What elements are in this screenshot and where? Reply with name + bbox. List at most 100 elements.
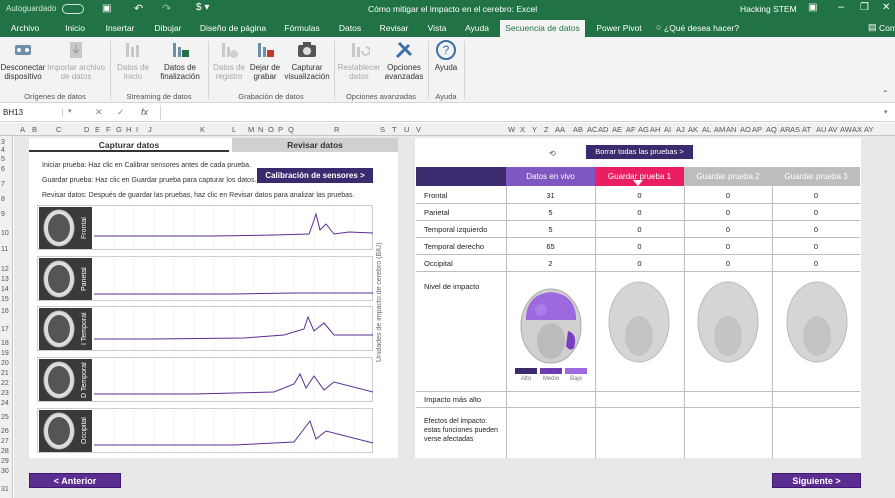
column-header[interactable]: X <box>520 125 525 134</box>
stop-recording-button[interactable]: Dejar de grabar <box>248 39 282 81</box>
expand-formula-icon[interactable]: ▾ <box>884 108 888 116</box>
share-icon[interactable]: ▤ <box>868 22 877 33</box>
column-header[interactable]: AL <box>702 125 711 134</box>
stop-data-button[interactable]: Datos de finalización <box>156 39 204 81</box>
column-header[interactable]: AW <box>840 125 852 134</box>
row-header[interactable]: 19 <box>1 350 9 357</box>
column-header[interactable]: AE <box>612 125 622 134</box>
user-name[interactable]: Hacking STEM <box>740 4 797 14</box>
column-header[interactable]: D <box>84 125 89 134</box>
row-header[interactable]: 31 <box>1 486 9 493</box>
row-header[interactable]: 20 <box>1 360 9 367</box>
row-header[interactable]: 24 <box>1 400 9 407</box>
row-header[interactable]: 27 <box>1 438 9 445</box>
tab-inicio[interactable]: Inicio <box>58 20 92 37</box>
name-box-dropdown-icon[interactable]: ▾ <box>68 107 72 115</box>
row-header[interactable]: 7 <box>1 181 5 188</box>
column-header[interactable]: AT <box>802 125 811 134</box>
undo-icon[interactable]: ↶ <box>134 2 143 15</box>
column-header[interactable]: S <box>380 125 385 134</box>
column-header[interactable]: R <box>334 125 339 134</box>
column-header[interactable]: Y <box>532 125 537 134</box>
row-header[interactable]: 3 <box>1 139 5 146</box>
column-header[interactable]: AQ <box>766 125 777 134</box>
column-header[interactable]: A <box>20 125 25 134</box>
row-header[interactable]: 23 <box>1 390 9 397</box>
tab-ayuda[interactable]: Ayuda <box>460 20 494 37</box>
row-header[interactable]: 11 <box>1 246 8 253</box>
autosave-toggle[interactable] <box>62 4 84 14</box>
column-header[interactable]: AJ <box>676 125 685 134</box>
row-header[interactable]: 18 <box>1 340 9 347</box>
row-header[interactable]: 9 <box>1 211 5 218</box>
capture-visualization-button[interactable]: Capturar visualización <box>283 39 331 81</box>
redo-icon[interactable]: ↷ <box>162 2 171 15</box>
column-header[interactable]: AU <box>816 125 826 134</box>
column-header[interactable]: M <box>248 125 254 134</box>
column-header[interactable]: V <box>416 125 421 134</box>
column-header[interactable]: U <box>404 125 409 134</box>
column-header[interactable]: AD <box>598 125 608 134</box>
row-header[interactable]: 16 <box>1 308 9 315</box>
row-header[interactable]: 5 <box>1 156 5 163</box>
tell-me-search[interactable]: ¿Qué desea hacer? <box>664 20 740 37</box>
minimize-icon[interactable]: – <box>838 1 844 13</box>
column-header[interactable]: AK <box>688 125 698 134</box>
column-header[interactable]: AH <box>650 125 660 134</box>
restore-icon[interactable]: ❐ <box>860 2 869 13</box>
column-header[interactable]: L <box>232 125 236 134</box>
tab-power-pivot[interactable]: Power Pivot <box>592 20 646 37</box>
column-header[interactable]: H <box>126 125 131 134</box>
tab-datos[interactable]: Datos <box>334 20 366 37</box>
column-header[interactable]: K <box>200 125 205 134</box>
row-header[interactable]: 22 <box>1 380 9 387</box>
column-header[interactable]: AR <box>780 125 790 134</box>
collapse-ribbon-icon[interactable]: ⌃ <box>882 89 889 98</box>
row-header[interactable]: 25 <box>1 414 9 421</box>
column-header[interactable]: AY <box>864 125 873 134</box>
row-header[interactable]: 17 <box>1 326 9 333</box>
row-header[interactable]: 26 <box>1 428 9 435</box>
next-button[interactable]: Siguiente > <box>772 473 861 488</box>
column-header[interactable]: T <box>392 125 397 134</box>
row-header[interactable]: 10 <box>1 230 9 237</box>
column-header[interactable]: G <box>116 125 122 134</box>
header-save-test-3[interactable]: Guardar prueba 3 <box>772 167 860 186</box>
row-header[interactable]: 29 <box>1 458 9 465</box>
column-header[interactable]: Q <box>288 125 294 134</box>
column-header[interactable]: AM <box>714 125 725 134</box>
column-header[interactable]: AV <box>828 125 837 134</box>
calibrate-sensors-button[interactable]: Calibración de sensores > <box>257 168 373 183</box>
column-header[interactable]: AX <box>852 125 862 134</box>
column-header[interactable]: Z <box>544 125 549 134</box>
ribbon-display-icon[interactable]: ▣ <box>808 2 817 13</box>
refresh-icon[interactable]: ⟲ <box>549 149 556 158</box>
name-box[interactable]: BH13 <box>3 108 63 117</box>
column-header[interactable]: E <box>95 125 100 134</box>
row-header[interactable]: 6 <box>1 166 5 173</box>
row-header[interactable]: 12 <box>1 266 9 273</box>
column-header[interactable]: AB <box>573 125 583 134</box>
insert-function-button[interactable]: fx <box>141 107 148 117</box>
row-header[interactable]: 28 <box>1 448 9 455</box>
row-header[interactable]: 15 <box>1 296 9 303</box>
column-header[interactable]: W <box>508 125 515 134</box>
column-header[interactable]: AS <box>790 125 800 134</box>
column-header[interactable]: AO <box>740 125 751 134</box>
tab-dibujar[interactable]: Dibujar <box>148 20 188 37</box>
advanced-options-button[interactable]: Opciones avanzadas <box>382 39 426 81</box>
column-header[interactable]: AC <box>587 125 597 134</box>
tab-secuencia-datos[interactable]: Secuencia de datos <box>500 20 585 37</box>
customize-icon[interactable]: $ ▾ <box>196 2 209 13</box>
tab-comments[interactable]: Com <box>878 20 895 37</box>
column-header[interactable]: AN <box>726 125 736 134</box>
column-header[interactable]: C <box>56 125 61 134</box>
row-header[interactable]: 21 <box>1 370 9 377</box>
row-header[interactable]: 8 <box>1 196 5 203</box>
tab-revisar-datos[interactable]: Revisar datos <box>232 138 398 152</box>
start-data-button[interactable]: Datos de inicio <box>114 39 152 81</box>
tab-insertar[interactable]: Insertar <box>100 20 140 37</box>
tab-revisar[interactable]: Revisar <box>374 20 414 37</box>
tab-formulas[interactable]: Fórmulas <box>280 20 324 37</box>
column-header[interactable]: AA <box>555 125 565 134</box>
